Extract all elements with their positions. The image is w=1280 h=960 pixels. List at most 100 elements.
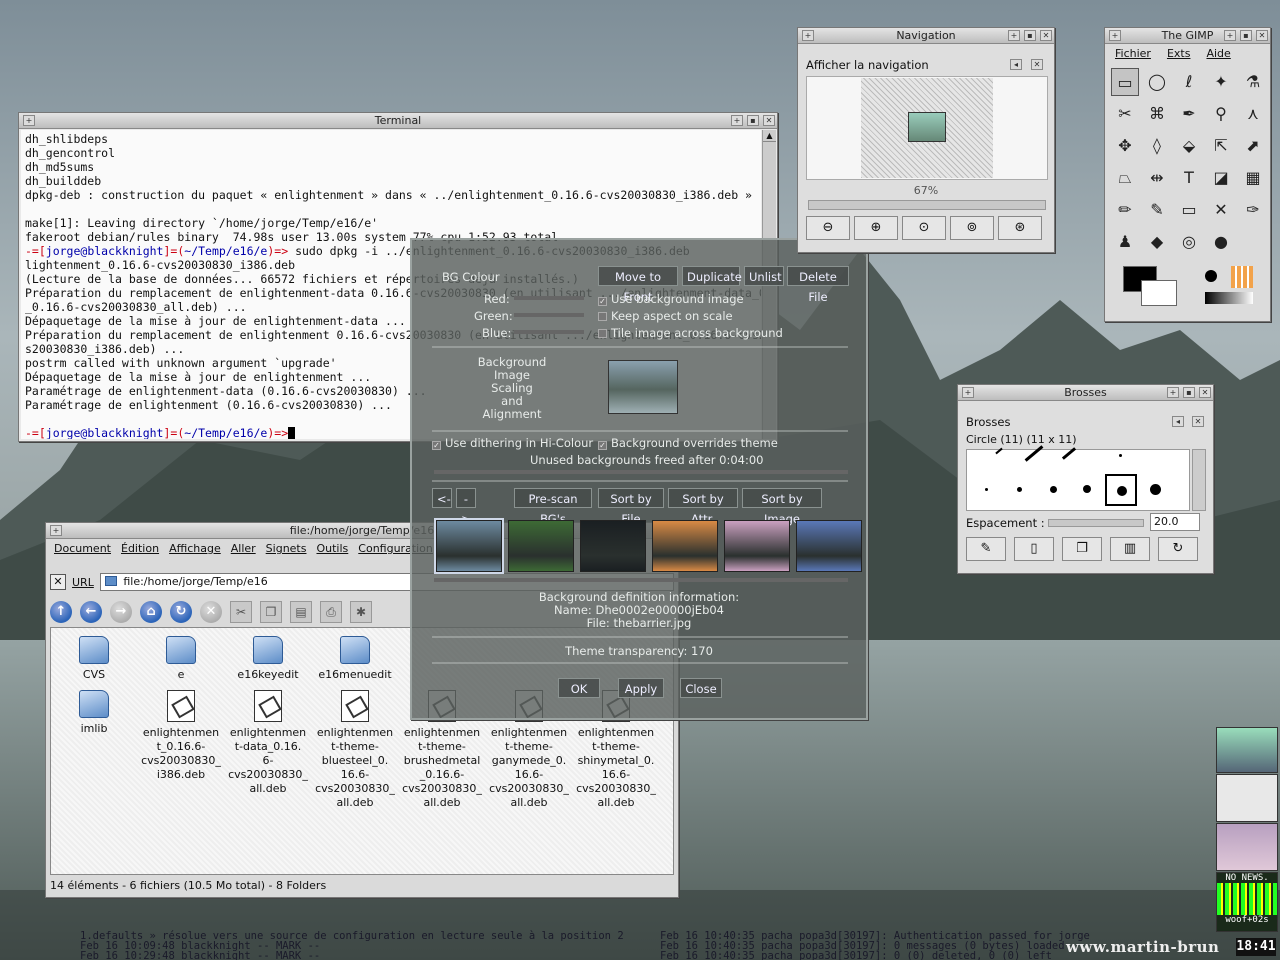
window-menu-button[interactable]: + [802, 30, 814, 41]
eraser-icon[interactable]: ▭ [1175, 196, 1203, 224]
menu-item[interactable]: Outils [316, 541, 348, 557]
shade-button[interactable]: ▪ [1024, 30, 1036, 41]
brush-item[interactable] [1119, 454, 1122, 457]
dithering-checkbox[interactable]: ✓ Use dithering in Hi-Colour [432, 436, 593, 450]
gimp-titlebar[interactable]: + The GIMP + ▪ ✕ [1105, 28, 1270, 44]
pattern-preview-icon[interactable] [1231, 266, 1253, 288]
move-to-front-button[interactable]: Move to Front [598, 266, 678, 304]
brushes-titlebar[interactable]: + Brosses + ▪ ✕ [958, 385, 1213, 401]
background-thumbnail[interactable] [434, 518, 504, 574]
green-slider[interactable] [514, 313, 584, 317]
shear-icon[interactable]: ⏢ [1111, 164, 1139, 192]
scroll-up-arrow-icon[interactable]: ▲ [763, 130, 776, 142]
ink-icon[interactable]: ✑ [1239, 196, 1267, 224]
transform-icon[interactable]: ⬙ [1175, 132, 1203, 160]
deb-file-item[interactable]: enlightenmen t_0.16.6- cvs20030830_ i386… [138, 690, 224, 782]
thumbnail-scrollbar[interactable] [434, 578, 848, 582]
unlist-button[interactable]: Unlist [744, 266, 784, 286]
dodge-icon[interactable]: ● [1207, 228, 1235, 256]
forward-arrow-icon[interactable]: → [110, 601, 132, 623]
sort-by-attr-button[interactable]: Sort by Attr. [668, 488, 738, 526]
tile-image-checkbox[interactable]: Tile image across background [598, 326, 783, 340]
apply-button[interactable]: Apply [618, 678, 664, 698]
crop-icon[interactable]: ◊ [1143, 132, 1171, 160]
close-tab-icon[interactable]: ✕ [1031, 59, 1043, 70]
convolve-icon[interactable]: ◆ [1143, 228, 1171, 256]
pager-desk-2[interactable] [1216, 774, 1278, 822]
brush-item[interactable] [985, 488, 988, 491]
close-button[interactable]: ✕ [763, 115, 775, 126]
move-icon[interactable]: ✥ [1111, 132, 1139, 160]
iconify-button[interactable]: + [1224, 30, 1236, 41]
new-brush-icon[interactable]: ▯ [1014, 537, 1054, 561]
paths-icon[interactable]: ⌘ [1143, 100, 1171, 128]
menu-item[interactable]: Aller [231, 541, 256, 557]
keep-aspect-checkbox[interactable]: Keep aspect on scale [598, 309, 733, 323]
zoom-window-icon[interactable]: ⊛ [998, 216, 1042, 240]
brush-item[interactable] [1083, 485, 1091, 493]
tab-menu-icon[interactable]: ◂ [1172, 416, 1184, 427]
zoom-100-icon[interactable]: ⊙ [902, 216, 946, 240]
gimp-menu-item[interactable]: Fichier [1115, 46, 1151, 62]
gimp-toolbox-window[interactable]: + The GIMP + ▪ ✕ Fichier Exts Aide ▭ ◯ ℓ ✦ ⚗ ✂ ⌘… [1104, 27, 1271, 322]
zoom-fit-icon[interactable]: ⊚ [950, 216, 994, 240]
selected-brush[interactable] [1105, 474, 1137, 506]
shade-button[interactable]: ▪ [1183, 387, 1195, 398]
print-icon[interactable]: ⎙ [320, 601, 342, 623]
flip-icon[interactable]: ⇱ [1207, 132, 1235, 160]
duplicate-button[interactable]: Duplicate [682, 266, 742, 286]
override-theme-checkbox[interactable]: ✓ Background overrides theme [598, 436, 778, 450]
brush-item[interactable] [1050, 486, 1057, 493]
cut-icon[interactable]: ✂ [230, 601, 252, 623]
next-page-button[interactable]: -> [456, 488, 476, 526]
color-picker-icon[interactable]: ✒ [1175, 100, 1203, 128]
smudge-icon[interactable]: ◎ [1175, 228, 1203, 256]
blend-icon[interactable]: ▦ [1239, 164, 1267, 192]
clear-location-icon[interactable]: ✕ [50, 574, 66, 590]
iconify-button[interactable]: + [1008, 30, 1020, 41]
rect-select-icon[interactable]: ▭ [1111, 68, 1139, 96]
background-thumbnail[interactable] [724, 520, 790, 572]
folder-item[interactable]: e16menuedit [312, 636, 398, 682]
zoom-out-icon[interactable]: ⊖ [806, 216, 850, 240]
text-icon[interactable]: T [1175, 164, 1203, 192]
close-button[interactable]: ✕ [1256, 30, 1268, 41]
bezier-select-icon[interactable]: ⚗ [1239, 68, 1267, 96]
navigation-titlebar[interactable]: + Navigation + ▪ ✕ [798, 28, 1054, 44]
tab-menu-icon[interactable]: ◂ [1010, 59, 1022, 70]
reload-icon[interactable]: ↻ [170, 601, 192, 623]
spacing-input[interactable]: 20.0 [1150, 513, 1200, 531]
zoom-slider[interactable] [808, 200, 1046, 210]
iconify-button[interactable]: + [1167, 387, 1179, 398]
scissors-select-icon[interactable]: ✂ [1111, 100, 1139, 128]
navigation-preview[interactable] [806, 76, 1048, 180]
image-preview[interactable] [861, 78, 993, 178]
maximize-button[interactable]: ▪ [747, 115, 759, 126]
home-icon[interactable]: ⌂ [140, 601, 162, 623]
delete-file-button[interactable]: Delete File [787, 266, 849, 304]
use-bg-image-checkbox[interactable]: ✓ Use background image [598, 292, 744, 306]
folder-item[interactable]: e [138, 636, 224, 682]
spacing-slider[interactable] [1048, 519, 1144, 527]
iconify-button[interactable]: + [731, 115, 743, 126]
prescan-button[interactable]: Pre-scan BG's [514, 488, 592, 526]
menu-item[interactable]: Édition [121, 541, 159, 557]
window-menu-button[interactable]: + [1109, 30, 1121, 41]
brush-item[interactable] [995, 447, 1003, 455]
brushes-window[interactable]: + Brosses + ▪ ✕ Brosses ◂ ✕ Circle (11) … [957, 384, 1214, 574]
shade-button[interactable]: ▪ [1240, 30, 1252, 41]
pager-desk-3[interactable] [1216, 823, 1278, 871]
duplicate-brush-icon[interactable]: ❐ [1062, 537, 1102, 561]
folder-item[interactable]: imlib [51, 690, 137, 736]
stop-icon[interactable]: ✕ [200, 601, 222, 623]
free-timeout-slider[interactable] [434, 470, 848, 474]
close-button[interactable]: Close [680, 678, 722, 698]
gimp-menu-item[interactable]: Aide [1206, 46, 1230, 62]
ok-button[interactable]: OK [558, 678, 600, 698]
up-arrow-icon[interactable]: ↑ [50, 601, 72, 623]
background-thumbnail[interactable] [508, 520, 574, 572]
gimp-menu-item[interactable]: Exts [1167, 46, 1191, 62]
airbrush-icon[interactable]: ✕ [1207, 196, 1235, 224]
navigation-window[interactable]: + Navigation + ▪ ✕ Afficher la navigatio… [797, 27, 1055, 253]
folder-item[interactable]: CVS [51, 636, 137, 682]
